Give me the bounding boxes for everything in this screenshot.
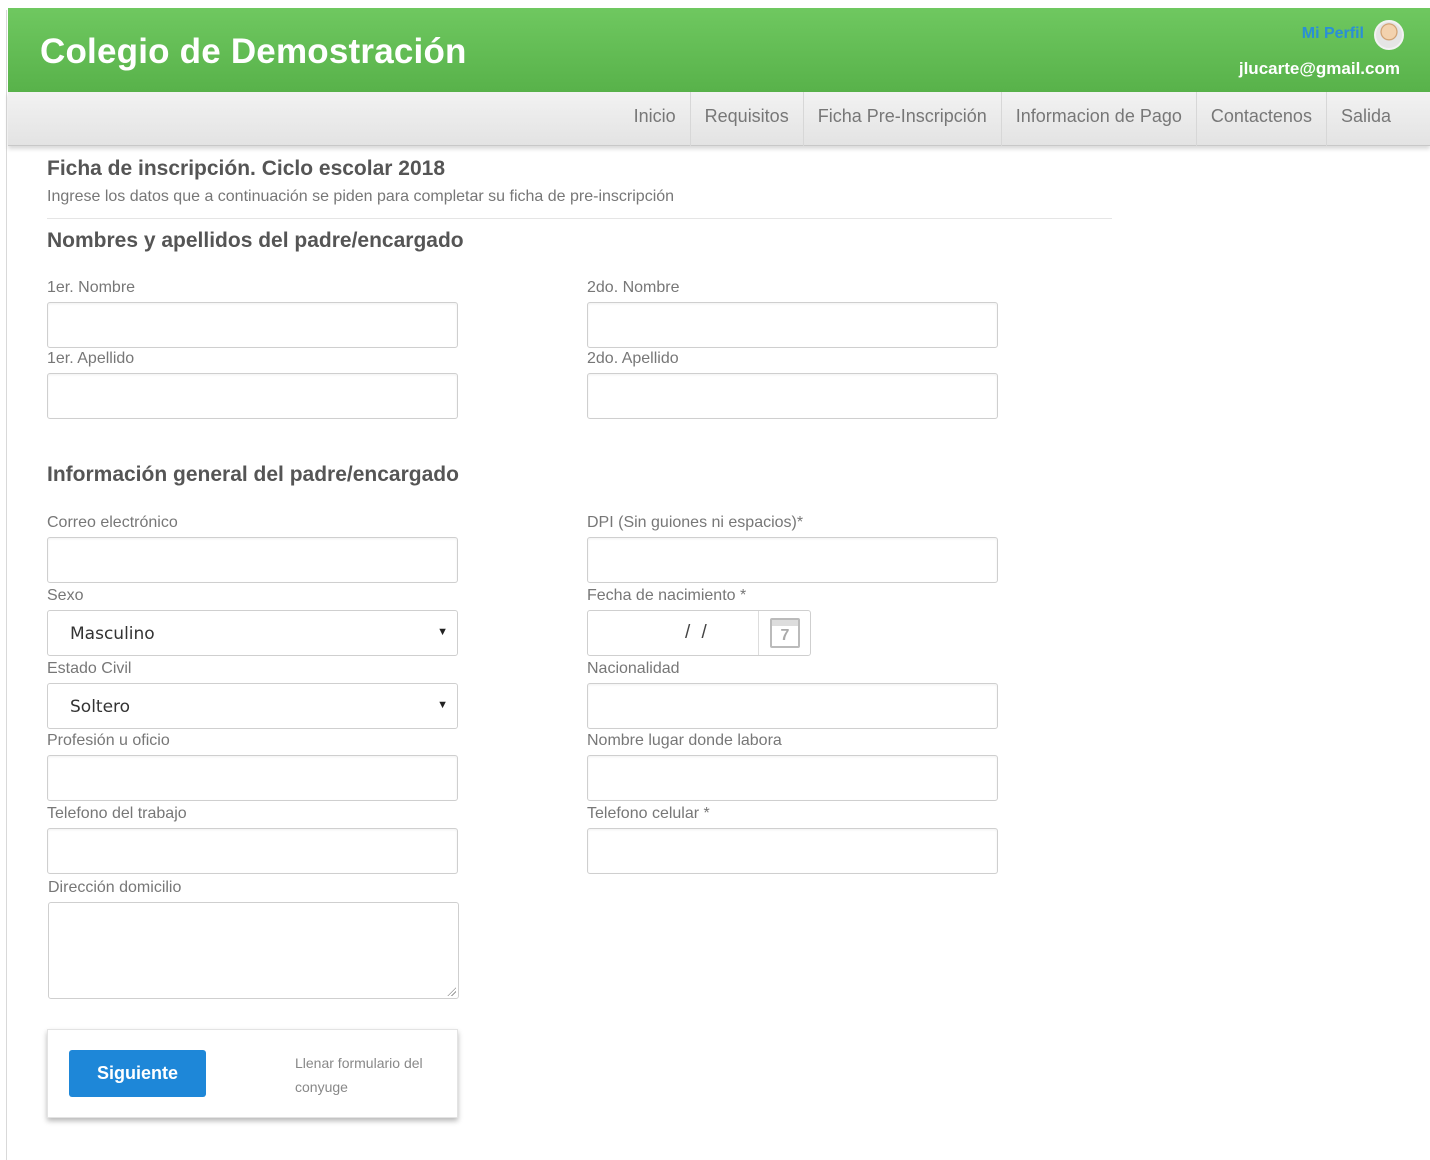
form-actions-card: Siguiente Llenar formulario del conyuge: [47, 1029, 458, 1118]
date-separators: / /: [685, 622, 710, 643]
email-label: Correo electrónico: [47, 514, 178, 531]
first-name-label: 1er. Nombre: [47, 279, 136, 296]
calendar-button[interactable]: 7: [758, 611, 810, 655]
brand-title: Colegio de Demostración: [40, 32, 467, 71]
work-phone-label: Telefono del trabajo: [47, 805, 187, 822]
page-left-border: [6, 10, 7, 1160]
resize-grip-icon[interactable]: [447, 987, 456, 996]
main-navbar: Inicio Requisitos Ficha Pre-Inscripción …: [8, 92, 1430, 146]
mobile-phone-label: Telefono celular *: [587, 805, 710, 822]
civil-status-select[interactable]: Soltero ▼: [47, 683, 458, 729]
nationality-label: Nacionalidad: [587, 660, 680, 677]
second-name-label: 2do. Nombre: [587, 279, 680, 296]
site-header: Colegio de Demostración Mi Perfil jlucar…: [8, 8, 1430, 92]
workplace-label: Nombre lugar donde labora: [587, 732, 782, 749]
second-surname-input[interactable]: [587, 373, 998, 419]
dpi-input[interactable]: [587, 537, 998, 583]
profile-link[interactable]: Mi Perfil: [1302, 25, 1364, 43]
nationality-input[interactable]: [587, 683, 998, 729]
mobile-phone-input[interactable]: [587, 828, 998, 874]
avatar[interactable]: [1374, 20, 1404, 50]
nav-item-contactenos[interactable]: Contactenos: [1195, 92, 1326, 146]
page-subtitle: Ingrese los datos que a continuación se …: [47, 188, 675, 205]
dropdown-arrow-icon: ▼: [437, 626, 448, 638]
nav-item-inicio[interactable]: Inicio: [620, 92, 690, 146]
page: Colegio de Demostración Mi Perfil jlucar…: [0, 0, 1430, 1160]
nav-item-salida[interactable]: Salida: [1325, 92, 1405, 146]
nav-item-requisitos[interactable]: Requisitos: [689, 92, 803, 146]
first-name-input[interactable]: [47, 302, 458, 348]
second-surname-label: 2do. Apellido: [587, 350, 679, 367]
names-section-title: Nombres y apellidos del padre/encargado: [47, 229, 464, 252]
dropdown-arrow-icon: ▼: [437, 699, 448, 711]
civil-status-selected-value: Soltero: [70, 697, 131, 717]
nav-item-ficha-pre-inscripcion[interactable]: Ficha Pre-Inscripción: [802, 92, 1001, 146]
nav-menu: Inicio Requisitos Ficha Pre-Inscripción …: [620, 92, 1405, 146]
work-phone-input[interactable]: [47, 828, 458, 874]
email-input[interactable]: [47, 537, 458, 583]
workplace-input[interactable]: [587, 755, 998, 801]
sex-select[interactable]: Masculino ▼: [47, 610, 458, 656]
title-divider: [47, 218, 1112, 219]
birthdate-label: Fecha de nacimiento *: [587, 587, 747, 604]
first-surname-input[interactable]: [47, 373, 458, 419]
birthdate-input[interactable]: / / 7: [587, 610, 811, 656]
address-textarea[interactable]: [48, 902, 459, 999]
civil-status-label: Estado Civil: [47, 660, 132, 677]
sex-selected-value: Masculino: [70, 624, 155, 644]
page-title: Ficha de inscripción. Ciclo escolar 2018: [47, 157, 445, 180]
profession-label: Profesión u oficio: [47, 732, 170, 749]
address-label: Dirección domicilio: [48, 879, 182, 896]
first-surname-label: 1er. Apellido: [47, 350, 135, 367]
sex-label: Sexo: [47, 587, 84, 604]
second-name-input[interactable]: [587, 302, 998, 348]
spouse-form-link[interactable]: Llenar formulario del conyuge: [295, 1051, 440, 1099]
user-email: jlucarte@gmail.com: [1238, 59, 1400, 78]
nav-item-informacion-de-pago[interactable]: Informacion de Pago: [1000, 92, 1196, 146]
general-section-title: Información general del padre/encargado: [47, 463, 459, 486]
dpi-label: DPI (Sin guiones ni espacios)*: [587, 514, 804, 531]
profession-input[interactable]: [47, 755, 458, 801]
next-button[interactable]: Siguiente: [69, 1050, 206, 1097]
calendar-icon: 7: [770, 618, 800, 648]
